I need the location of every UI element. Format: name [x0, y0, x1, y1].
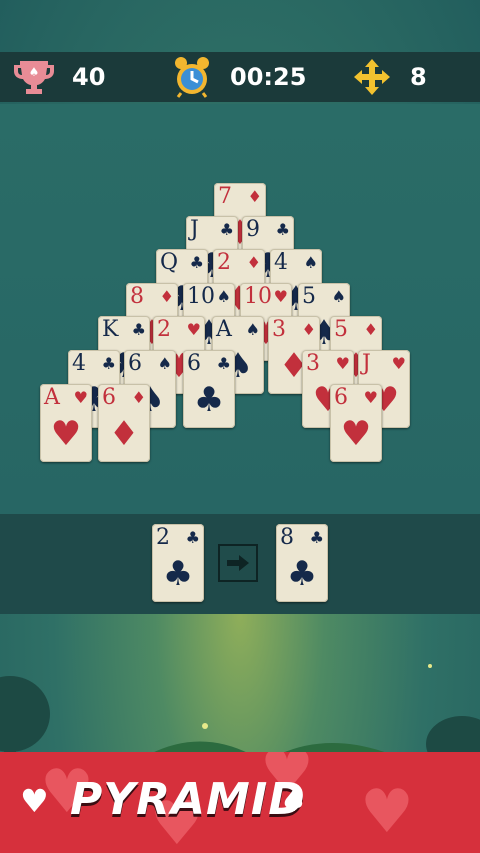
- heart-decoration-icon: ♥: [360, 777, 414, 847]
- card-rank: 2: [156, 525, 170, 550]
- card-suit-small: ♣: [219, 220, 234, 239]
- card-suit-small: ♠: [216, 287, 231, 306]
- timer-stat: 00:25: [172, 52, 306, 102]
- card-suit-large: ♣: [193, 380, 225, 420]
- card-suit-small: ♣: [189, 253, 204, 272]
- card-suit-small: ♠: [245, 320, 260, 339]
- card-rank: 9: [246, 217, 260, 242]
- moves-stat: 8: [352, 52, 427, 102]
- card-rank: 7: [218, 184, 232, 209]
- card-rank: 5: [302, 284, 316, 309]
- moves-value: 8: [410, 63, 427, 91]
- card-suit-small: ♠: [303, 253, 318, 272]
- card-suit-small: ♣: [216, 354, 231, 373]
- card-suit-small: ♦: [247, 187, 262, 206]
- game-title: PYRAMID: [70, 774, 306, 825]
- card-suit-small: ♣: [101, 354, 116, 373]
- pyramid-card[interactable]: A ♥ ♥: [40, 384, 92, 462]
- card-rank: K: [102, 317, 119, 342]
- card-suit-small: ♦: [363, 320, 378, 339]
- timer-value: 00:25: [230, 63, 307, 91]
- card-suit-large: ♦: [108, 414, 140, 454]
- card-suit-small: ♥: [186, 320, 201, 339]
- card-suit-small: ♣: [309, 528, 324, 547]
- title-banner: ♥ ♥ ♥ ♥ ♥ PYRAMID ♠: [0, 752, 480, 853]
- card-suit-large: ♣: [286, 554, 318, 594]
- card-suit-small: ♠: [157, 354, 172, 373]
- pyramid-card[interactable]: 6 ♣ ♣: [183, 350, 235, 428]
- pyramid-card[interactable]: 6 ♦ ♦: [98, 384, 150, 462]
- card-rank: J: [190, 217, 199, 242]
- card-rank: 5: [334, 317, 348, 342]
- card-rank: 10: [244, 284, 272, 309]
- card-suit-small: ♠: [331, 287, 346, 306]
- card-suit-large: ♣: [162, 554, 194, 594]
- card-rank: 6: [334, 385, 348, 410]
- card-rank: 3: [272, 317, 286, 342]
- alarm-clock-icon: [175, 57, 209, 98]
- score-stat: ♠ 40: [12, 52, 105, 102]
- card-suit-small: ♥: [335, 354, 350, 373]
- card-rank: 6: [128, 351, 142, 376]
- draw-button[interactable]: [218, 544, 258, 582]
- card-suit-small: ♥: [363, 388, 378, 407]
- stock-card[interactable]: 2 ♣ ♣: [152, 524, 204, 602]
- card-rank: 6: [102, 385, 116, 410]
- card-rank: 4: [72, 351, 86, 376]
- card-rank: 10: [187, 284, 215, 309]
- card-suit-small: ♦: [131, 388, 146, 407]
- card-rank: 2: [157, 317, 171, 342]
- card-suit-small: ♦: [301, 320, 316, 339]
- pyramid-card[interactable]: 6 ♥ ♥: [330, 384, 382, 462]
- card-rank: 8: [280, 525, 294, 550]
- waste-card[interactable]: 8 ♣ ♣: [276, 524, 328, 602]
- svg-text:♠: ♠: [29, 65, 40, 79]
- trophy-icon: ♠: [14, 61, 54, 94]
- card-rank: 3: [306, 351, 320, 376]
- heart-icon: ♥: [20, 782, 49, 820]
- card-suit-large: ♥: [340, 414, 372, 454]
- card-suit-large: ♥: [50, 414, 82, 454]
- arrow-right-icon: [227, 555, 249, 571]
- card-suit-small: ♥: [391, 354, 406, 373]
- card-rank: J: [362, 351, 371, 376]
- card-rank: 6: [187, 351, 201, 376]
- spade-icon: ♠: [280, 784, 307, 819]
- card-rank: A: [44, 385, 60, 410]
- score-value: 40: [72, 63, 106, 91]
- card-rank: A: [216, 317, 232, 342]
- card-rank: 2: [217, 250, 231, 275]
- card-rank: Q: [160, 250, 179, 275]
- card-suit-small: ♣: [131, 320, 146, 339]
- hud-bar: ♠ 40 00:25 8: [0, 52, 480, 102]
- card-rank: 4: [274, 250, 288, 275]
- card-suit-small: ♥: [273, 287, 288, 306]
- card-suit-small: ♦: [159, 287, 174, 306]
- card-suit-small: ♣: [185, 528, 200, 547]
- card-suit-small: ♥: [73, 388, 88, 407]
- move-arrows-icon: [354, 59, 390, 95]
- card-suit-small: ♦: [246, 253, 261, 272]
- card-suit-small: ♣: [275, 220, 290, 239]
- forest-scenery: [0, 664, 480, 754]
- card-rank: 8: [130, 284, 144, 309]
